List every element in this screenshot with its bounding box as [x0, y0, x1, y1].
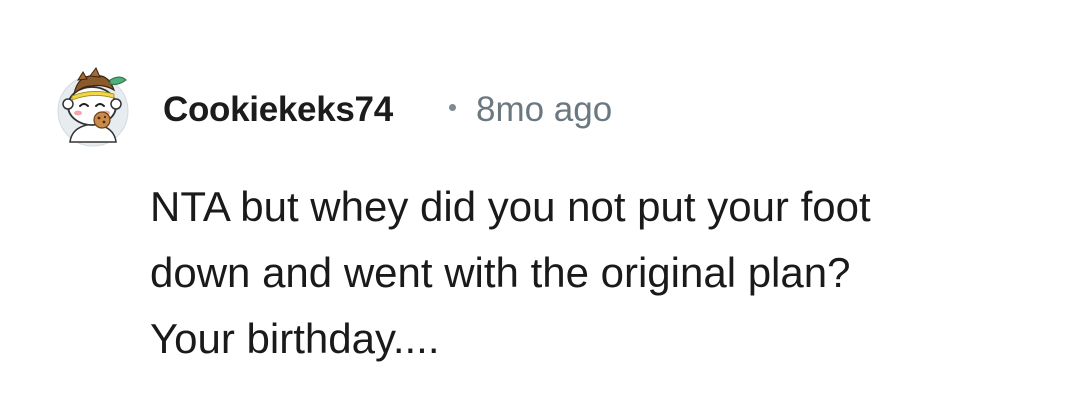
- comment-timestamp: 8mo ago: [476, 90, 613, 129]
- comment-author[interactable]: Cookiekeks74: [163, 90, 393, 130]
- comment-body: NTA but whey did you not put your foot d…: [150, 183, 871, 362]
- meta-separator-dot: [449, 104, 456, 111]
- avatar[interactable]: [56, 64, 134, 148]
- snoo-avatar-icon: [57, 67, 129, 147]
- comment-card: Cookiekeks74 8mo ago NTA but whey did yo…: [0, 0, 1080, 404]
